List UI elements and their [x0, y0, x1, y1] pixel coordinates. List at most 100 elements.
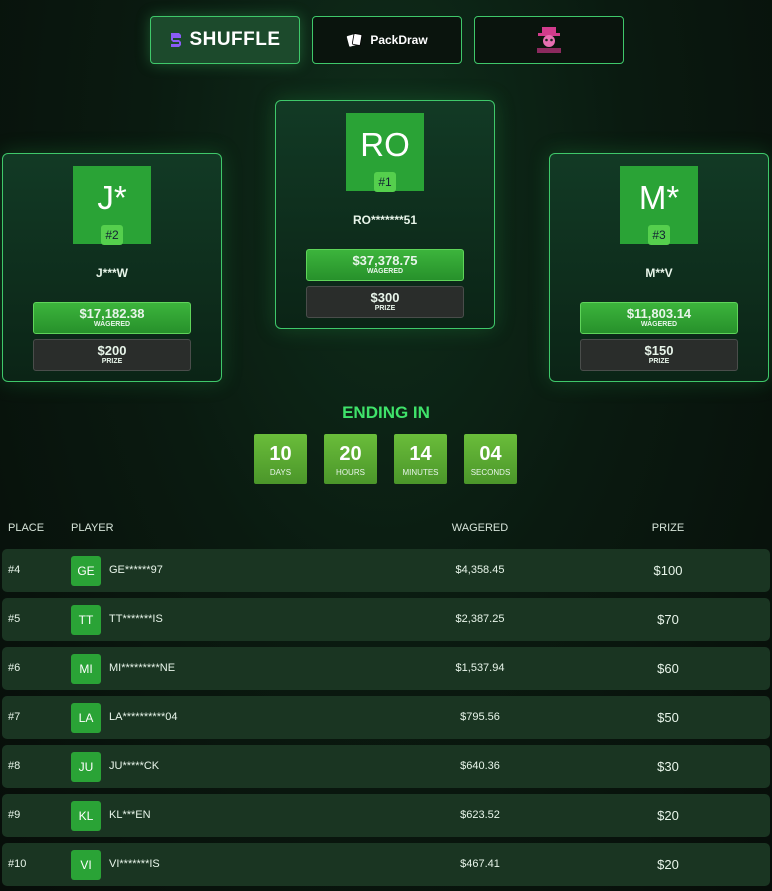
countdown-hours: 20 HOURS [324, 434, 377, 484]
avatar: J* #2 [73, 166, 151, 245]
column-player: PLAYER [71, 522, 114, 534]
rank-badge: #1 [374, 172, 396, 192]
row-wagered: $640.36 [460, 760, 500, 772]
row-wagered: $4,358.45 [455, 564, 505, 576]
row-rank: #5 [8, 613, 21, 625]
table-row: #4 GE GE******97 $4,358.45 $100 [2, 549, 770, 592]
row-rank: #4 [8, 564, 21, 576]
prize-value: $150 [644, 343, 674, 358]
avatar: JU [71, 752, 101, 782]
table-row: #8 JU JU*****CK $640.36 $30 [2, 745, 770, 788]
column-place: PLACE [8, 522, 45, 534]
row-rank: #10 [8, 858, 27, 870]
countdown-value: 10 [269, 442, 292, 465]
tab-shuffle[interactable]: SHUFFLE [150, 16, 300, 64]
rank-badge: #3 [648, 225, 670, 245]
prize-pill: $300 PRIZE [306, 286, 464, 318]
countdown-value: 14 [409, 442, 432, 465]
table-row: #5 TT TT*******IS $2,387.25 $70 [2, 598, 770, 641]
avatar: LA [71, 703, 101, 733]
row-prize: $50 [657, 710, 679, 725]
countdown-label: DAYS [269, 467, 292, 477]
sponsor-tabs: SHUFFLE PackDraw [150, 16, 624, 64]
prize-label: PRIZE [648, 358, 670, 365]
wagered-label: WAGERED [640, 321, 678, 328]
wagered-value: $17,182.38 [79, 306, 145, 321]
row-prize: $100 [653, 563, 683, 578]
table-row: #9 KL KL***EN $623.52 $20 [2, 794, 770, 837]
tab-packdraw[interactable]: PackDraw [312, 16, 462, 64]
row-rank: #7 [8, 711, 21, 723]
row-player-name: MI*********NE [109, 662, 176, 674]
tab-shuffle-label: SHUFFLE [189, 29, 281, 50]
countdown-minutes: 14 MINUTES [394, 434, 447, 484]
row-player-name: KL***EN [109, 809, 151, 821]
avatar: M* #3 [620, 166, 698, 245]
prize-label: PRIZE [101, 358, 123, 365]
avatar-initials: RO [360, 126, 410, 163]
table-row: #6 MI MI*********NE $1,537.94 $60 [2, 647, 770, 690]
row-prize: $20 [657, 857, 679, 872]
row-prize: $60 [657, 661, 679, 676]
countdown-label: SECONDS [470, 467, 511, 477]
prize-label: PRIZE [374, 305, 396, 312]
tab-mascot[interactable] [474, 16, 624, 64]
wagered-pill: $37,378.75 WAGERED [306, 249, 464, 281]
shuffle-logo-icon [171, 33, 182, 47]
countdown-seconds: 04 SECONDS [464, 434, 517, 484]
avatar: TT [71, 605, 101, 635]
row-player-name: VI*******IS [109, 858, 160, 870]
mascot-logo-icon [537, 27, 561, 53]
player-name: RO*******51 [352, 213, 418, 227]
countdown-timer: 10 DAYS 20 HOURS 14 MINUTES 04 SECONDS [254, 434, 517, 484]
podium-second-place: J* #2 J***W $17,182.38 WAGERED $200 PRIZ… [2, 153, 222, 382]
player-name: M**V [645, 266, 673, 280]
row-rank: #9 [8, 809, 21, 821]
row-player-name: JU*****CK [109, 760, 160, 772]
avatar: MI [71, 654, 101, 684]
row-rank: #6 [8, 662, 21, 674]
podium-first-place: RO #1 RO*******51 $37,378.75 WAGERED $30… [275, 100, 495, 329]
row-player-name: LA**********04 [109, 711, 178, 723]
wagered-label: WAGERED [93, 321, 131, 328]
table-row: #7 LA LA**********04 $795.56 $50 [2, 696, 770, 739]
row-wagered: $2,387.25 [455, 613, 505, 625]
avatar-initials: M* [638, 179, 680, 216]
avatar: GE [71, 556, 101, 586]
countdown-label: HOURS [336, 467, 365, 477]
row-prize: $30 [657, 759, 679, 774]
countdown-label: MINUTES [402, 467, 439, 477]
leaderboard-header: PLACE PLAYER WAGERED PRIZE [0, 522, 772, 538]
column-prize: PRIZE [651, 522, 685, 534]
table-row: #10 VI VI*******IS $467.41 $20 [2, 843, 770, 886]
wagered-value: $11,803.14 [626, 306, 692, 321]
wagered-pill: $17,182.38 WAGERED [33, 302, 191, 334]
row-rank: #8 [8, 760, 21, 772]
podium-third-place: M* #3 M**V $11,803.14 WAGERED $150 PRIZE [549, 153, 769, 382]
avatar: KL [71, 801, 101, 831]
row-wagered: $795.56 [460, 711, 500, 723]
prize-pill: $200 PRIZE [33, 339, 191, 371]
prize-value: $300 [370, 290, 400, 305]
avatar: VI [71, 850, 101, 880]
row-wagered: $467.41 [460, 858, 500, 870]
row-prize: $20 [657, 808, 679, 823]
avatar-initials: J* [97, 179, 127, 216]
prize-value: $200 [97, 343, 127, 358]
tab-packdraw-label: PackDraw [370, 33, 428, 47]
avatar: RO #1 [346, 113, 424, 192]
player-name: J***W [95, 266, 128, 280]
wagered-pill: $11,803.14 WAGERED [580, 302, 738, 334]
ending-in-title: ENDING IN [342, 403, 430, 422]
wagered-label: WAGERED [366, 268, 404, 275]
cards-icon [347, 33, 363, 47]
row-wagered: $623.52 [460, 809, 500, 821]
rank-badge: #2 [101, 225, 123, 245]
row-player-name: TT*******IS [109, 613, 163, 625]
column-wagered: WAGERED [451, 522, 509, 534]
leaderboard-rows: #4 GE GE******97 $4,358.45 $100 #5 TT TT… [2, 549, 770, 891]
prize-pill: $150 PRIZE [580, 339, 738, 371]
countdown-days: 10 DAYS [254, 434, 307, 484]
row-wagered: $1,537.94 [455, 662, 505, 674]
wagered-value: $37,378.75 [352, 253, 418, 268]
